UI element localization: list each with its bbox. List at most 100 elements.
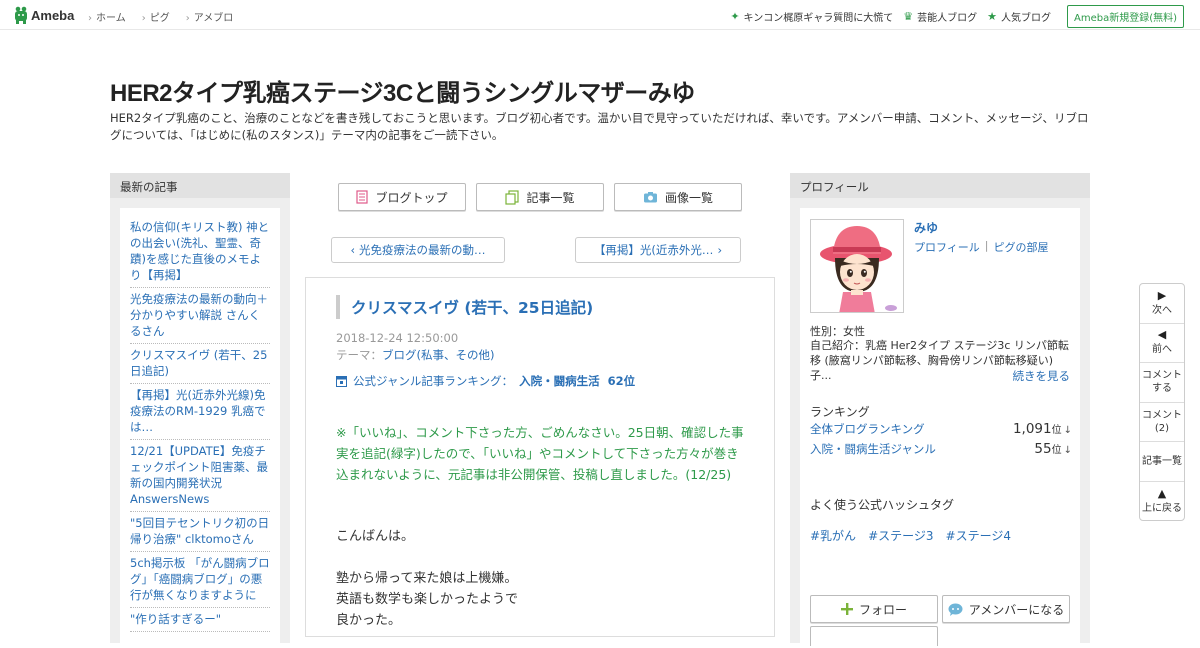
blog-tabs: ブログトップ 記事一覧 画像一覧	[338, 183, 752, 211]
comment-count-button[interactable]: コメント (2)	[1140, 403, 1184, 442]
amember-button[interactable]: アメンバーになる	[942, 595, 1070, 623]
triangle-right-icon: ▶	[1157, 288, 1167, 302]
list-item[interactable]: 12/21【UPDATE】免疫チェックポイント阻害薬、最新の国内開発状況 Ans…	[130, 440, 270, 512]
ranking-genre: 入院・闘病生活	[519, 374, 600, 388]
ameba-logo[interactable]: Ameba	[14, 6, 74, 24]
ranking-value: 55位 ↓	[1034, 441, 1072, 457]
celebrity-blog-link[interactable]: ♛ 芸能人ブログ	[903, 9, 977, 24]
news-link[interactable]: ✦ キンコン梶原ギャラ質問に大慌て	[730, 9, 893, 24]
hashtag-link[interactable]: #ステージ4	[946, 527, 1011, 544]
amember-label: アメンバーになる	[968, 602, 1065, 617]
floating-nav: ▶ 次へ ◀ 前へ コメント する コメント (2) 記事一覧 ▲ 上に戻る	[1139, 283, 1185, 521]
follow-label: フォロー	[858, 602, 907, 617]
profile-panel: プロフィール みゆ プロフィール | ピグの部屋 性別：女性 自己紹介：乳癌 H…	[790, 173, 1090, 648]
triangle-left-icon: ◀	[1157, 328, 1167, 342]
list-item[interactable]: 5ch掲示板 「がん闘病ブログ」「癌闘病ブログ」の悪行が無くなりますように	[130, 552, 270, 608]
comment-button[interactable]: コメント する	[1140, 363, 1184, 403]
hashtag-link[interactable]: #乳がん	[810, 527, 856, 544]
article-body: こんばんは。 塾から帰って来た娘は上機嫌。 英語も数学も楽しかったようで 良かっ…	[336, 526, 518, 631]
ranking-number: 1,091	[1012, 421, 1052, 437]
blog-title[interactable]: HER2タイプ乳癌ステージ3Cと闘うシングルマザーみゆ	[110, 73, 695, 108]
nav-home[interactable]: ホーム	[88, 9, 126, 24]
article-list-label: 記事一覧	[1142, 455, 1182, 467]
ranking-label: 公式ジャンル記事ランキング：	[353, 374, 514, 388]
back-to-top-button[interactable]: ▲ 上に戻る	[1140, 482, 1184, 522]
article-list-button[interactable]: 記事一覧	[1140, 442, 1184, 482]
tab-image-list-label: 画像一覧	[664, 190, 713, 205]
prev-button[interactable]: ◀ 前へ	[1140, 324, 1184, 363]
ranking-value: 62位	[607, 374, 636, 388]
recent-articles-header: 最新の記事	[110, 173, 290, 198]
avatar[interactable]	[810, 219, 904, 313]
chevron-left-icon: ‹	[350, 243, 356, 257]
triangle-up-icon: ▲	[1157, 486, 1167, 500]
list-item[interactable]: 【再掲】光(近赤外光線)免疫療法のRM-1929 乳癌では…	[130, 384, 270, 440]
comment-label-2: する	[1152, 383, 1172, 395]
nav-pigg[interactable]: ピグ	[142, 9, 170, 24]
list-item[interactable]: "作り話すぎるー"	[130, 608, 270, 632]
prev-article-button[interactable]: ‹ 光免疫療法の最新の動…	[331, 237, 505, 263]
body-paragraph: こんばんは。	[336, 529, 415, 544]
tab-blog-top[interactable]: ブログトップ	[338, 183, 466, 211]
next-article-label: 【再掲】光(近赤外光…	[593, 243, 714, 257]
tab-image-list[interactable]: 画像一覧	[614, 183, 742, 211]
article-date: 2018-12-24 12:50:00	[336, 331, 459, 345]
signup-button[interactable]: Ameba新規登録(無料)	[1066, 5, 1184, 28]
ranking-label-link[interactable]: 全体ブログランキング	[810, 421, 925, 437]
popular-blog-link[interactable]: ★ 人気ブログ	[987, 9, 1051, 24]
prev-article-label: 光免疫療法の最新の動…	[359, 243, 486, 257]
tab-blog-top-label: ブログトップ	[375, 190, 448, 205]
sparkle-icon: ✦	[730, 10, 740, 23]
popular-blog-label: 人気ブログ	[1000, 13, 1051, 24]
tab-article-list-label: 記事一覧	[526, 190, 575, 205]
article: クリスマスイヴ (若干、25日追記) 2018-12-24 12:50:00 テ…	[305, 277, 775, 637]
article-title-wrap: クリスマスイヴ (若干、25日追記)	[336, 295, 593, 319]
recent-articles-list: 私の信仰(キリスト教) 神との出会い(洗礼、聖霊、奇蹟)を感じた直後のメモより【…	[120, 208, 280, 648]
profile-gender: 性別：女性	[810, 325, 865, 338]
read-more-link[interactable]: 続きを見る	[1013, 368, 1071, 384]
ranking-label-link[interactable]: 入院・闘病生活ジャンル	[810, 441, 936, 457]
profile-box: みゆ プロフィール | ピグの部屋 性別：女性 自己紹介：乳癌 Her2タイプ …	[800, 208, 1080, 648]
tab-article-list[interactable]: 記事一覧	[476, 183, 604, 211]
document-icon	[356, 190, 369, 204]
calendar-icon	[336, 375, 347, 387]
body-line: 良かった。	[336, 613, 402, 628]
ranking-header: ランキング	[810, 405, 870, 419]
arrow-down-icon: ↓	[1063, 445, 1072, 456]
genre-ranking[interactable]: 公式ジャンル記事ランキング： 入院・闘病生活 62位	[336, 373, 635, 389]
article-title[interactable]: クリスマスイヴ (若干、25日追記)	[351, 296, 593, 318]
profile-link[interactable]: プロフィール	[914, 239, 980, 255]
ranking-unit: 位	[1051, 445, 1062, 456]
star-icon: ★	[987, 10, 997, 23]
celebrity-blog-label: 芸能人ブログ	[917, 13, 978, 24]
next-article-button[interactable]: 【再掲】光(近赤外光… ›	[575, 237, 741, 263]
link-separator: |	[984, 239, 989, 252]
ranking-value: 1,091位 ↓	[1013, 421, 1072, 437]
hashtag-header: よく使う公式ハッシュタグ	[810, 498, 955, 512]
body-line: 英語も数学も楽しかったようで	[336, 592, 519, 607]
list-item[interactable]: クリスマスイヴ (若干、25日追記)	[130, 344, 270, 384]
ranking-row: 入院・闘病生活ジャンル 55位 ↓	[810, 441, 1072, 457]
pigg-room-link[interactable]: ピグの部屋	[994, 239, 1049, 255]
arrow-down-icon: ↓	[1063, 425, 1072, 436]
comment-count-value: (2)	[1154, 422, 1170, 434]
news-link-label: キンコン梶原ギャラ質問に大慌て	[743, 13, 894, 24]
theme-label: テーマ：	[336, 348, 382, 362]
list-item[interactable]: 私の信仰(キリスト教) 神との出会い(洗礼、聖霊、奇蹟)を感じた直後のメモより【…	[130, 216, 270, 288]
comment-label-1: コメント	[1142, 370, 1182, 382]
next-button[interactable]: ▶ 次へ	[1140, 284, 1184, 324]
theme-link[interactable]: ブログ(私事、その他)	[382, 348, 494, 362]
article-note: ※「いいね」、コメント下さった方、ごめんなさい。25日朝、確認した事実を追記(緑…	[336, 425, 744, 482]
profile-name[interactable]: みゆ	[914, 219, 938, 236]
follow-button[interactable]: フォロー	[810, 595, 938, 623]
extra-profile-button[interactable]	[810, 626, 938, 646]
top-bar: Ameba ホーム ピグ アメブロ ✦キンコン梶原ギャラ質問に大慌て ♛芸能人ブ…	[0, 0, 1200, 30]
chat-bubble-icon	[948, 603, 963, 616]
ranking-number: 55	[1034, 441, 1052, 457]
hashtag-link[interactable]: #ステージ3	[868, 527, 933, 544]
list-item[interactable]: 光免疫療法の最新の動向＋分かりやすい解説 さんくるさん	[130, 288, 270, 344]
nav-ameblo[interactable]: アメブロ	[186, 9, 234, 24]
list-item[interactable]: "5回目テセントリク初の日帰り治療" clktomoさん	[130, 512, 270, 552]
article-theme: テーマ：ブログ(私事、その他)	[336, 347, 494, 363]
back-to-top-label: 上に戻る	[1142, 502, 1182, 514]
